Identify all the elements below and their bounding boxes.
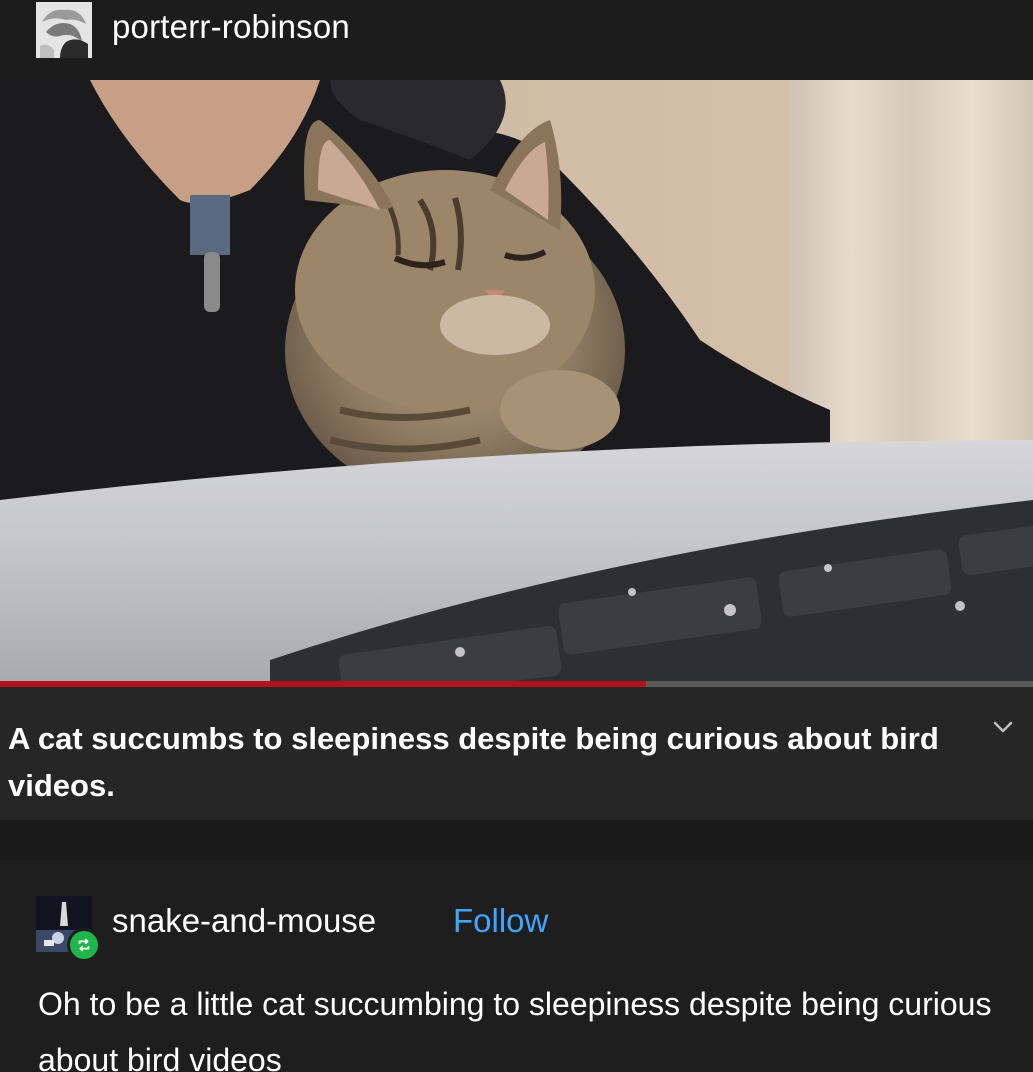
post-header: porterr-robinson <box>0 0 1033 80</box>
reblogger-username[interactable]: snake-and-mouse <box>112 902 376 940</box>
reblog-icon <box>67 928 101 962</box>
reblog-entry: snake-and-mouse Follow Oh to be a little… <box>0 860 1033 1072</box>
post-divider <box>0 820 1033 860</box>
video-caption-panel: A cat succumbs to sleepiness despite bei… <box>0 687 1033 820</box>
video-caption: A cat succumbs to sleepiness despite bei… <box>8 721 939 803</box>
reblog-comment: Oh to be a little cat succumbing to slee… <box>38 986 992 1072</box>
avatar-image <box>36 2 92 58</box>
tumblr-post: porterr-robinson A cat succumbs to sleep… <box>0 0 1033 1072</box>
follow-button[interactable]: Follow <box>453 902 548 940</box>
chevron-down-icon[interactable] <box>986 715 1020 739</box>
video-frame <box>0 80 1033 684</box>
video-player[interactable] <box>0 80 1033 684</box>
op-username[interactable]: porterr-robinson <box>112 8 350 46</box>
op-avatar[interactable] <box>36 2 92 58</box>
